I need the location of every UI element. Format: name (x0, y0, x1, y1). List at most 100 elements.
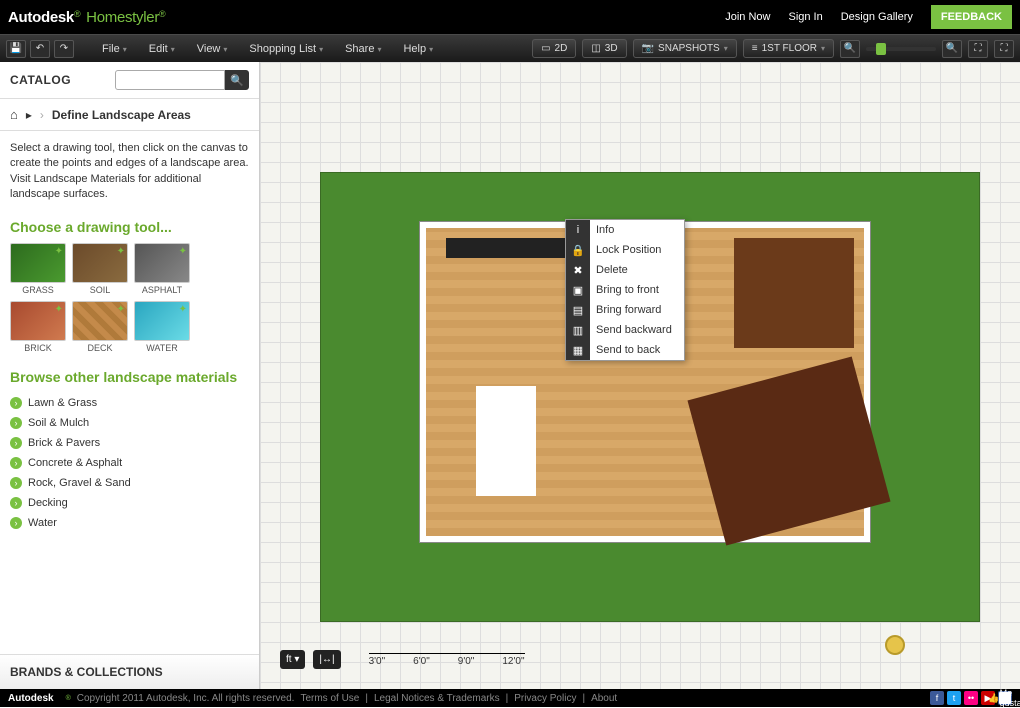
context-label: Lock Position (596, 244, 661, 256)
tool-thumb (10, 301, 66, 341)
context-icon: 🔒 (566, 240, 590, 260)
brands-collections-header[interactable]: BRANDS & COLLECTIONS (0, 654, 259, 689)
tool-thumb (134, 301, 190, 341)
material-item[interactable]: › Brick & Pavers (10, 433, 249, 453)
tool-thumb (72, 243, 128, 283)
context-icon: ✖ (566, 260, 590, 280)
brand-name: Autodesk (8, 9, 74, 26)
menu-view[interactable]: View▾ (187, 39, 238, 59)
sign-in-link[interactable]: Sign In (788, 11, 822, 23)
like-button[interactable]: 👍 Me gusta (998, 691, 1012, 705)
context-send-to-back[interactable]: ▦Send to back (566, 340, 684, 360)
context-icon: ▦ (566, 340, 590, 360)
material-item[interactable]: › Rock, Gravel & Sand (10, 473, 249, 493)
tool-brick[interactable]: BRICK (10, 301, 66, 353)
bullet-icon: › (10, 437, 22, 449)
redo-icon[interactable]: ↷ (54, 40, 74, 58)
zoom-out-icon[interactable]: 🔍 (840, 40, 860, 58)
feedback-button[interactable]: FEEDBACK (931, 5, 1012, 29)
rug-bottom[interactable] (687, 357, 890, 546)
footer-about[interactable]: About (591, 693, 617, 704)
ruler: ft ▾ |↔| 3'0" 6'0" 9'0" 12'0" (280, 650, 525, 669)
browse-materials-title: Browse other landscape materials (0, 363, 259, 389)
bullet-icon: › (10, 477, 22, 489)
breadcrumb: ⌂▸ › Define Landscape Areas (0, 99, 259, 131)
join-now-link[interactable]: Join Now (725, 11, 770, 23)
snapshots-button[interactable]: 📷 SNAPSHOTS▾ (633, 39, 737, 58)
bullet-icon: › (10, 497, 22, 509)
material-item[interactable]: › Decking (10, 493, 249, 513)
breadcrumb-current: Define Landscape Areas (52, 108, 191, 122)
menu-share[interactable]: Share▾ (335, 39, 391, 59)
menu-file[interactable]: File▾ (92, 39, 137, 59)
material-item[interactable]: ›Soil & Mulch (10, 413, 249, 433)
canvas[interactable]: iInfo🔒 Lock Position ✖ Delete ▣Bring to fron… (260, 62, 1020, 689)
undo-icon[interactable]: ↶ (30, 40, 50, 58)
design-gallery-link[interactable]: Design Gallery (841, 11, 913, 23)
context-label: Bring forward (596, 304, 661, 316)
mode-3d-button[interactable]: ◫ 3D (582, 39, 626, 58)
mode-2d-button[interactable]: ▭ 2D (532, 39, 576, 58)
twitter-icon[interactable]: t (947, 691, 961, 705)
tool-deck[interactable]: DECK (72, 301, 128, 353)
brand-product: Homestyler (86, 9, 159, 26)
tool-thumb (72, 301, 128, 341)
home-icon[interactable]: ⌂ (10, 107, 18, 122)
catalog-title: CATALOG (10, 73, 71, 87)
context-info[interactable]: iInfo (566, 220, 684, 240)
footer-privacy[interactable]: Privacy Policy (514, 693, 576, 704)
save-icon[interactable]: 💾 (6, 40, 26, 58)
material-item[interactable]: ›Concrete & Asphalt (10, 453, 249, 473)
tool-thumb (134, 243, 190, 283)
material-label: Decking (28, 497, 68, 509)
search-input[interactable] (115, 70, 225, 90)
footer-brand: Autodesk (8, 693, 54, 704)
menu-edit[interactable]: Edit▾ (139, 39, 185, 59)
context-bring-forward[interactable]: ▤ Bring forward (566, 300, 684, 320)
menu-shopping-list[interactable]: Shopping List▾ (239, 39, 333, 59)
search-button[interactable]: 🔍 (225, 70, 249, 90)
tool-water[interactable]: WATER (134, 301, 190, 353)
facebook-icon[interactable]: f (930, 691, 944, 705)
material-item[interactable]: ›Water (10, 513, 249, 533)
context-send-backward[interactable]: ▥Send backward (566, 320, 684, 340)
context-label: Delete (596, 264, 628, 276)
compass-icon[interactable] (885, 635, 905, 655)
fit-icon[interactable]: ⛶ (968, 40, 988, 58)
context-menu: iInfo🔒 Lock Position ✖ Delete ▣Bring to fron… (565, 219, 685, 361)
sidebar: CATALOG 🔍 ⌂▸ › Define Landscape Areas Se… (0, 62, 260, 689)
dining-table[interactable] (476, 386, 536, 496)
flickr-icon[interactable]: •• (964, 691, 978, 705)
ruler-unit-button[interactable]: ft ▾ (280, 650, 305, 669)
menu-help[interactable]: Help▾ (393, 39, 443, 59)
menu-items: File▾ Edit▾ View▾ Shopping List▾ Share▾ … (92, 39, 443, 59)
tool-label: BRICK (10, 343, 66, 353)
context-label: Send backward (596, 324, 672, 336)
bullet-icon: › (10, 517, 22, 529)
context-delete[interactable]: ✖ Delete (566, 260, 684, 280)
topbar: Autodesk® Homestyler® Join Now Sign In D… (0, 0, 1020, 34)
context-lock-position[interactable]: 🔒 Lock Position (566, 240, 684, 260)
material-label: Brick & Pavers (28, 437, 100, 449)
context-bring-to-front[interactable]: ▣Bring to front (566, 280, 684, 300)
tool-grass[interactable]: GRASS (10, 243, 66, 295)
material-item[interactable]: ›Lawn & Grass (10, 393, 249, 413)
rug-top[interactable] (734, 238, 854, 348)
materials-list: ›Lawn & Grass›Soil & Mulch › Brick & Paver… (0, 389, 259, 543)
context-icon: ▤ (566, 300, 590, 320)
ruler-measure-button[interactable]: |↔| (313, 650, 340, 669)
tool-label: GRASS (10, 285, 66, 295)
menubar: 💾 ↶ ↷ File▾ Edit▾ View▾ Shopping List▾ S… (0, 34, 1020, 62)
footer-terms[interactable]: Terms of Use (300, 693, 359, 704)
context-label: Info (596, 224, 614, 236)
tool-label: ASPHALT (134, 285, 190, 295)
footer-copyright: Copyright 2011 Autodesk, Inc. All rights… (77, 693, 295, 704)
fullscreen-icon[interactable]: ⛶ (994, 40, 1014, 58)
zoom-in-icon[interactable]: 🔍 (942, 40, 962, 58)
tool-asphalt[interactable]: ASPHALT (134, 243, 190, 295)
tool-soil[interactable]: SOIL (72, 243, 128, 295)
material-label: Rock, Gravel & Sand (28, 477, 131, 489)
floor-select[interactable]: ≡ 1ST FLOOR▾ (743, 39, 834, 58)
zoom-slider[interactable] (866, 47, 936, 51)
footer-legal[interactable]: Legal Notices & Trademarks (374, 693, 500, 704)
